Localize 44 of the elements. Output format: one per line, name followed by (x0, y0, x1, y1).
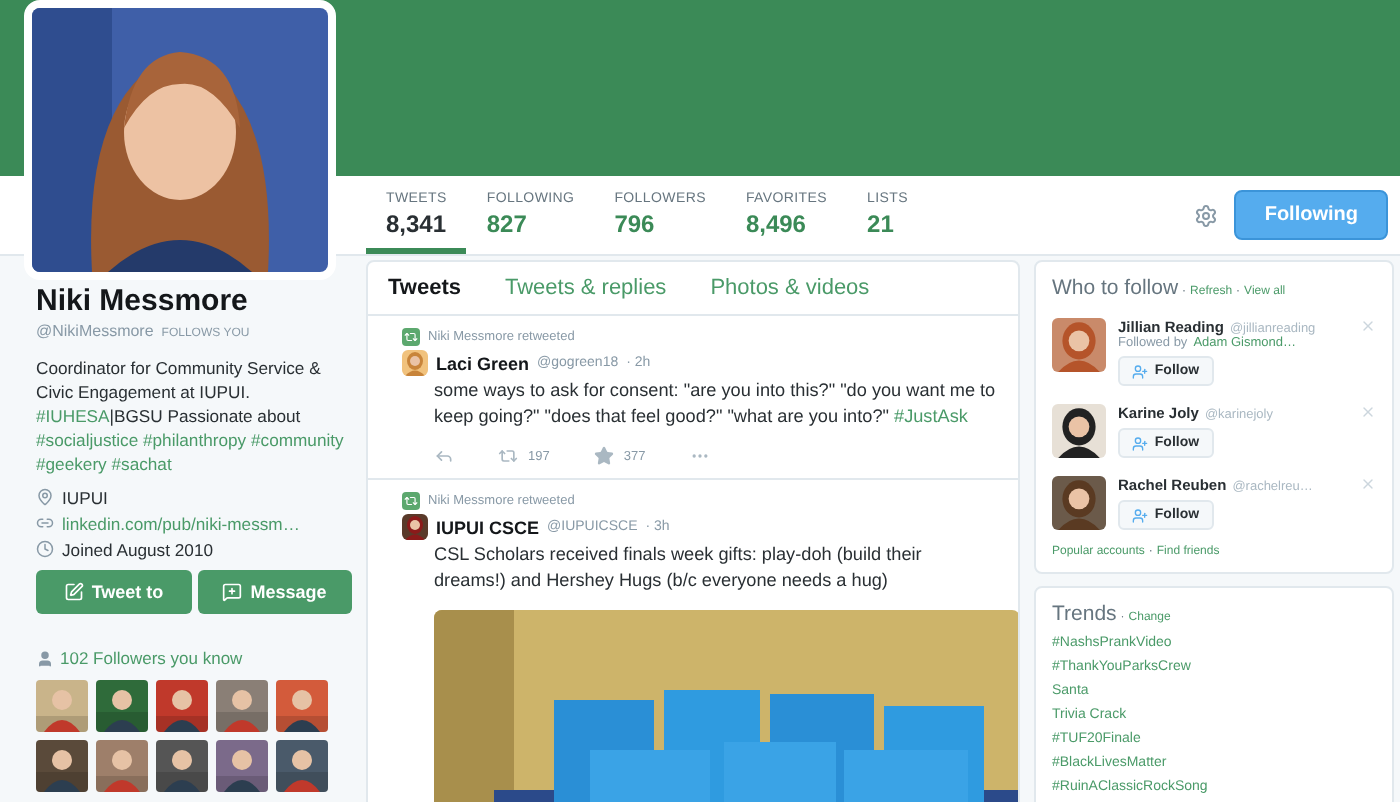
link-icon (36, 514, 54, 532)
retweet-icon[interactable] (498, 446, 518, 466)
hashtag-link[interactable]: #socialjustice (36, 430, 139, 450)
compose-icon (63, 582, 84, 602)
profile-handle: @NikiMessmore (36, 322, 154, 340)
card-title: Who to follow (1052, 276, 1179, 300)
profile-link[interactable]: linkedin.com/pub/niki-messm… (62, 513, 300, 533)
message-button[interactable]: Message (197, 570, 352, 614)
star-icon[interactable] (593, 446, 614, 466)
add-user-icon (1132, 507, 1149, 523)
map-pin-icon (36, 488, 54, 506)
tweet-to-button[interactable]: Tweet to (36, 570, 191, 614)
profile-detail: IUPUI (62, 487, 108, 507)
card-title: Trends (1052, 602, 1117, 626)
close-icon[interactable] (1360, 404, 1376, 420)
following-button[interactable]: Following (1234, 190, 1388, 240)
timeline-tab[interactable]: Tweets & replies (504, 276, 667, 300)
followers-you-know-link[interactable]: 102 Followers you know (60, 648, 243, 668)
hashtag-link[interactable]: #JustAsk (894, 406, 968, 426)
close-icon[interactable] (1360, 476, 1376, 492)
retweet-icon (402, 328, 420, 346)
tweet-text: some ways to ask for consent: "are you into this?" "do you want me to keep going?" "does that feel good?" "what are you into?" #JustAsk (434, 378, 998, 430)
clock-icon (36, 540, 54, 558)
hashtag-link[interactable]: #sachat (111, 454, 172, 474)
retweet-icon (402, 492, 420, 510)
add-user-icon (1132, 363, 1149, 379)
settings-icon[interactable] (1194, 203, 1219, 227)
timeline-tab[interactable]: Tweets (388, 276, 461, 300)
reply-icon[interactable] (434, 446, 454, 466)
author-name[interactable]: IUPUI CSCE (436, 517, 540, 537)
person-icon (36, 649, 54, 667)
timeline-tab[interactable]: Photos & videos (710, 276, 870, 300)
hashtag-link[interactable]: #philanthropy (143, 430, 247, 450)
tweet-text: CSL Scholars received finals week gifts: play-doh (build their dreams!) and Hershey Hugs (b/c everyone needs a hug) (434, 542, 924, 594)
add-user-icon (1132, 435, 1149, 451)
message-icon (222, 582, 243, 602)
hashtag-link[interactable]: #IUHESA (36, 406, 110, 426)
author-name[interactable]: Laci Green (436, 353, 530, 373)
hashtag-link[interactable]: #community (251, 430, 344, 450)
profile-detail: Joined August 2010 (62, 539, 213, 559)
hashtag-link[interactable]: #geekery (36, 454, 107, 474)
close-icon[interactable] (1360, 318, 1376, 334)
profile-name: Niki Messmore (36, 284, 250, 318)
bio-text: Coordinator for Community Service & Civic Engagement at IUPUI. #IUHESA|BGSU Passionate about #socialjustice #philanthropy #community #geekery #sachat (36, 356, 346, 476)
